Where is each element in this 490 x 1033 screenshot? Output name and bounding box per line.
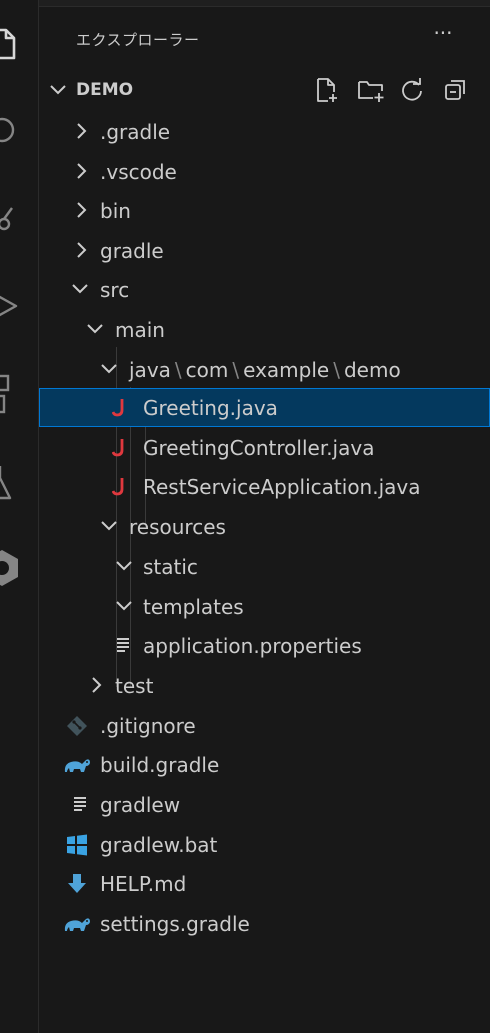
- section-title: DEMO: [76, 80, 134, 100]
- chevron-down-icon: [101, 364, 117, 374]
- refresh-button[interactable]: [397, 75, 427, 105]
- tree-item-greeting-java[interactable]: Greeting.java: [39, 388, 490, 427]
- gradle-icon: [64, 759, 90, 772]
- section-header[interactable]: DEMO: [39, 75, 490, 105]
- path-segment-example[interactable]: example: [243, 358, 329, 382]
- chevron-right-icon: [77, 163, 87, 179]
- chevron-down-icon: [50, 85, 66, 95]
- tree-item-label: .gitignore: [100, 714, 196, 738]
- chevron-right-icon: [92, 677, 102, 693]
- new-file-icon: [317, 78, 337, 102]
- path-separator: \: [232, 358, 240, 382]
- tree-item-resources[interactable]: resources: [39, 507, 490, 546]
- path-segment-demo[interactable]: demo: [344, 358, 401, 382]
- tree-item-label: gradle: [100, 239, 164, 263]
- chevron-down-icon: [101, 521, 117, 531]
- tree-item-java-package[interactable]: java \ com \ example \ demo: [39, 350, 490, 389]
- search-icon[interactable]: [0, 110, 38, 150]
- tree-item-label: bin: [100, 199, 131, 223]
- path-segment-java[interactable]: java: [129, 358, 171, 382]
- tree-item-gradlew[interactable]: gradlew: [39, 785, 490, 824]
- tree-item-label: HELP.md: [100, 872, 187, 896]
- chevron-right-icon: [77, 242, 87, 258]
- source-control-icon[interactable]: [0, 198, 38, 238]
- windows-icon: [67, 834, 87, 856]
- explorer-icon[interactable]: [0, 24, 38, 64]
- tree-item-label: .gradle: [100, 120, 171, 144]
- new-folder-icon: [358, 81, 384, 102]
- tree-item-label: test: [115, 674, 154, 698]
- tree-item-application-properties[interactable]: application.properties: [39, 626, 490, 665]
- tree-item-main[interactable]: main: [39, 310, 490, 349]
- path-segment-com[interactable]: com: [186, 358, 229, 382]
- remote-icon[interactable]: [0, 548, 38, 588]
- tree-item-label: application.properties: [143, 634, 362, 658]
- chevron-down-icon: [116, 561, 132, 571]
- tree-item-label: settings.gradle: [100, 912, 250, 936]
- tree-item-gradle[interactable]: gradle: [39, 231, 490, 270]
- activity-bar: [0, 0, 39, 1033]
- tree-item-rest-service-application[interactable]: RestServiceApplication.java: [39, 467, 490, 506]
- java-file-icon: [112, 478, 124, 496]
- more-actions-button[interactable]: ···: [429, 23, 457, 49]
- tree-item-label: resources: [129, 515, 226, 539]
- tree-item-gradlew-bat[interactable]: gradlew.bat: [39, 825, 490, 864]
- tree-item-help-md[interactable]: HELP.md: [39, 864, 490, 903]
- tree-item-label: gradlew.bat: [100, 833, 218, 857]
- git-file-icon: [67, 716, 87, 736]
- new-folder-button[interactable]: [356, 75, 386, 105]
- tree-item-gradle-hidden[interactable]: .gradle: [39, 112, 490, 151]
- chevron-right-icon: [77, 202, 87, 218]
- new-file-button[interactable]: [312, 75, 342, 105]
- tree-item-label: RestServiceApplication.java: [143, 475, 421, 499]
- tree-item-bin[interactable]: bin: [39, 191, 490, 230]
- tree-item-templates[interactable]: templates: [39, 587, 490, 626]
- collapse-all-icon: [445, 80, 465, 100]
- path-separator: \: [174, 358, 182, 382]
- run-debug-icon[interactable]: [0, 286, 38, 326]
- tree-item-gitignore[interactable]: .gitignore: [39, 706, 490, 745]
- tree-item-label: Greeting.java: [143, 396, 278, 420]
- chevron-down-icon: [72, 284, 88, 294]
- java-file-icon: [112, 399, 124, 417]
- extensions-icon[interactable]: [0, 374, 38, 414]
- markdown-download-icon: [68, 874, 86, 893]
- tree-item-label: static: [143, 555, 198, 579]
- tree-item-label: templates: [143, 595, 244, 619]
- explorer-sidebar: エクスプローラー ··· DEMO .gradle .vscode bin gr…: [39, 7, 490, 1033]
- tree-item-label: build.gradle: [100, 753, 220, 777]
- tree-item-src[interactable]: src: [39, 270, 490, 309]
- collapse-all-button[interactable]: [441, 75, 471, 105]
- tree-item-settings-gradle[interactable]: settings.gradle: [39, 904, 490, 943]
- chevron-down-icon: [87, 324, 103, 334]
- chevron-right-icon: [77, 123, 87, 139]
- text-file-icon: [74, 797, 86, 811]
- chevron-down-icon: [116, 601, 132, 611]
- tree-item-test[interactable]: test: [39, 666, 490, 705]
- gradle-icon: [64, 918, 90, 931]
- tree-item-label: GreetingController.java: [143, 436, 375, 460]
- tree-item-label: gradlew: [100, 793, 181, 817]
- testing-icon[interactable]: [0, 462, 38, 502]
- tree-item-vscode[interactable]: .vscode: [39, 152, 490, 191]
- tree-item-label: src: [100, 278, 130, 302]
- view-title: エクスプローラー: [76, 31, 200, 49]
- tree-item-label: main: [115, 318, 165, 342]
- tree-item-label: .vscode: [100, 160, 177, 184]
- properties-file-icon: [117, 638, 129, 652]
- path-separator: \: [333, 358, 340, 382]
- refresh-icon: [402, 78, 422, 101]
- tree-item-build-gradle[interactable]: build.gradle: [39, 745, 490, 784]
- tree-item-greeting-controller[interactable]: GreetingController.java: [39, 428, 490, 467]
- java-file-icon: [112, 439, 124, 457]
- tree-item-static[interactable]: static: [39, 547, 490, 586]
- top-edge: [0, 0, 490, 7]
- compressed-folder-path: java \ com \ example \ demo: [129, 358, 401, 382]
